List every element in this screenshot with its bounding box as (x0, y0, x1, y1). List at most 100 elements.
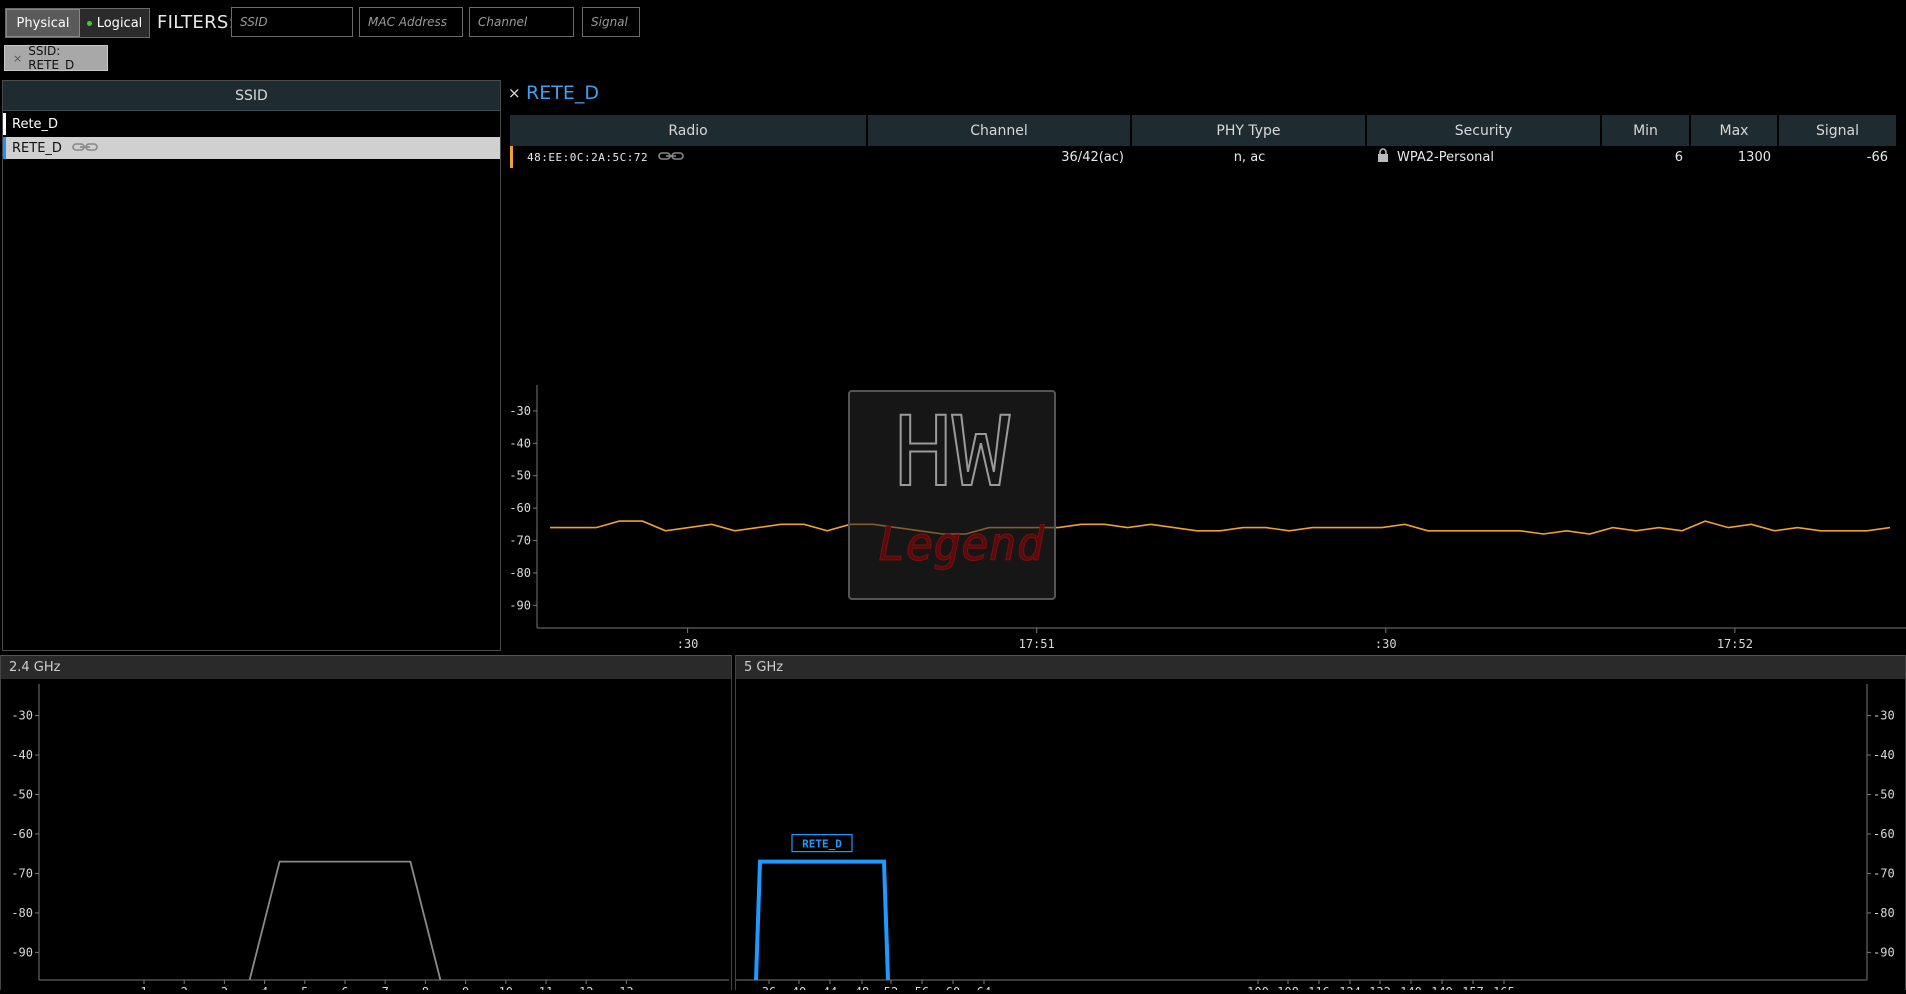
x-tick-label: :30 (1375, 637, 1397, 651)
ssid-filter-input[interactable] (231, 7, 353, 37)
x-tick-label: 149 (1431, 985, 1453, 990)
signal-series-line (550, 520, 1891, 535)
x-tick-label: 116 (1308, 985, 1330, 990)
y-tick-label: -50 (11, 788, 33, 802)
y-tick-label: -30 (1873, 709, 1895, 723)
x-tick-label: :30 (677, 637, 699, 651)
band-5ghz-header: 5 GHz (736, 655, 1905, 679)
band-24ghz-panel: 2.4 GHz -30-40-50-60-70-80-9012345678910… (0, 655, 732, 994)
channel-filter-input[interactable] (469, 7, 574, 37)
x-tick-label: 44 (823, 985, 837, 990)
column-header-security[interactable]: Security (1367, 115, 1602, 146)
column-header-max[interactable]: Max (1691, 115, 1779, 146)
y-tick-label: -50 (509, 469, 531, 483)
x-tick-label: 7 (382, 985, 389, 990)
x-tick-label: 3 (221, 985, 228, 990)
lock-icon (1377, 148, 1389, 166)
column-header-channel[interactable]: Channel (868, 115, 1132, 146)
x-tick-label: 52 (884, 985, 898, 990)
ssid-column-header[interactable]: SSID (3, 81, 500, 111)
x-tick-label: 5 (301, 985, 308, 990)
mac-filter-input[interactable] (359, 7, 463, 37)
x-tick-label: 6 (341, 985, 348, 990)
x-tick-label: 8 (422, 985, 429, 990)
y-tick-label: -60 (509, 501, 531, 515)
logical-toggle-button[interactable]: Logical (80, 9, 149, 37)
y-tick-label: -40 (1873, 748, 1895, 762)
security-cell: WPA2-Personal (1367, 146, 1602, 168)
x-tick-label: 132 (1369, 985, 1391, 990)
network-trace (248, 860, 442, 981)
active-dot-icon (86, 20, 92, 26)
x-tick-label: 36 (762, 985, 776, 990)
column-header-radio[interactable]: Radio (510, 115, 868, 146)
x-tick-label: 140 (1400, 985, 1422, 990)
column-header-phy-type[interactable]: PHY Type (1132, 115, 1367, 146)
view-toggle: Physical Logical (5, 8, 150, 38)
table-row[interactable]: 48:EE:0C:2A:5C:72 36/42(ac) n, ac WPA2-P… (510, 146, 1896, 168)
x-tick-label: 40 (792, 985, 806, 990)
band-5ghz-panel: 5 GHz -30 -40 -50 -60 -70 -80 -90 36 40 44 48 52 56 6… (735, 655, 1906, 994)
x-tick-label: 64 (977, 985, 991, 990)
logical-label: Logical (96, 15, 143, 31)
x-tick-label: 9 (462, 985, 469, 990)
phy-type-cell: n, ac (1233, 149, 1266, 165)
x-tick-label: 13 (619, 985, 633, 990)
active-filter-label: SSID: RETE_D (28, 44, 75, 72)
active-filter-chip[interactable]: × SSID: RETE_D (4, 44, 108, 72)
ap-table-header: Radio Channel PHY Type Security Min Max … (510, 115, 1896, 146)
network-label: RETE_D (802, 838, 842, 851)
x-tick-label: 108 (1277, 985, 1299, 990)
link-icon (72, 141, 98, 156)
x-tick-label: 1 (140, 985, 147, 990)
column-header-signal[interactable]: Signal (1779, 115, 1896, 146)
y-tick-label: -80 (1873, 906, 1895, 920)
signal-cell: -66 (1866, 149, 1888, 165)
x-tick-label: 157 (1462, 985, 1484, 990)
hwlegend-watermark-logo: HW Legend (848, 390, 1056, 600)
ssid-list-item[interactable]: Rete_D (3, 113, 500, 135)
x-tick-label: 12 (579, 985, 593, 990)
y-tick-label: -70 (1873, 866, 1895, 880)
y-tick-label: -70 (11, 866, 33, 880)
column-header-min[interactable]: Min (1602, 115, 1691, 146)
y-tick-label: -90 (11, 945, 33, 959)
y-tick-label: -40 (509, 436, 531, 450)
y-tick-label: -60 (1873, 827, 1895, 841)
svg-text:HW: HW (894, 396, 1010, 508)
x-tick-label: 10 (499, 985, 513, 990)
x-tick-label: 48 (855, 985, 869, 990)
y-tick-label: -30 (11, 709, 33, 723)
signal-time-chart: -30 -40 -50 -60 -70 -80 -90 :30 17:51 :30 17:52 (509, 385, 1906, 651)
remove-filter-icon[interactable]: × (13, 52, 22, 65)
y-tick-label: -80 (509, 566, 531, 580)
y-tick-label: -50 (1873, 788, 1895, 802)
link-icon (658, 150, 684, 165)
physical-toggle-button[interactable]: Physical (6, 9, 80, 37)
security-label: WPA2-Personal (1397, 149, 1494, 165)
y-tick-label: -30 (509, 404, 531, 418)
y-tick-label: -90 (1873, 945, 1895, 959)
x-tick-label: 17:52 (1717, 637, 1753, 651)
detail-title: RETE_D (526, 82, 599, 104)
ssid-list-item-selected[interactable]: RETE_D (3, 137, 500, 159)
x-tick-label: 2 (181, 985, 188, 990)
x-tick-label: 100 (1247, 985, 1269, 990)
ssid-item-label: Rete_D (12, 116, 59, 132)
close-detail-icon[interactable]: × (508, 84, 521, 102)
y-tick-label: -70 (509, 534, 531, 548)
signal-filter-input[interactable] (582, 7, 640, 37)
svg-text:Legend: Legend (878, 517, 1045, 571)
x-tick-label: 11 (539, 985, 553, 990)
radio-mac: 48:EE:0C:2A:5C:72 (527, 150, 649, 164)
y-tick-label: -90 (509, 598, 531, 612)
channel-cell: 36/42(ac) (1061, 149, 1124, 165)
y-tick-label: -80 (11, 906, 33, 920)
band-5ghz-chart: -30 -40 -50 -60 -70 -80 -90 36 40 44 48 52 56 60 64 100… (736, 684, 1895, 994)
x-tick-label: 124 (1339, 985, 1361, 990)
x-tick-label: 17:51 (1019, 637, 1055, 651)
band-24ghz-chart: -30-40-50-60-70-80-9012345678910111213 (11, 684, 729, 994)
x-tick-label: 56 (915, 985, 929, 990)
ssid-list-panel: SSID Rete_D RETE_D (2, 80, 501, 651)
min-cell: 6 (1674, 149, 1683, 165)
